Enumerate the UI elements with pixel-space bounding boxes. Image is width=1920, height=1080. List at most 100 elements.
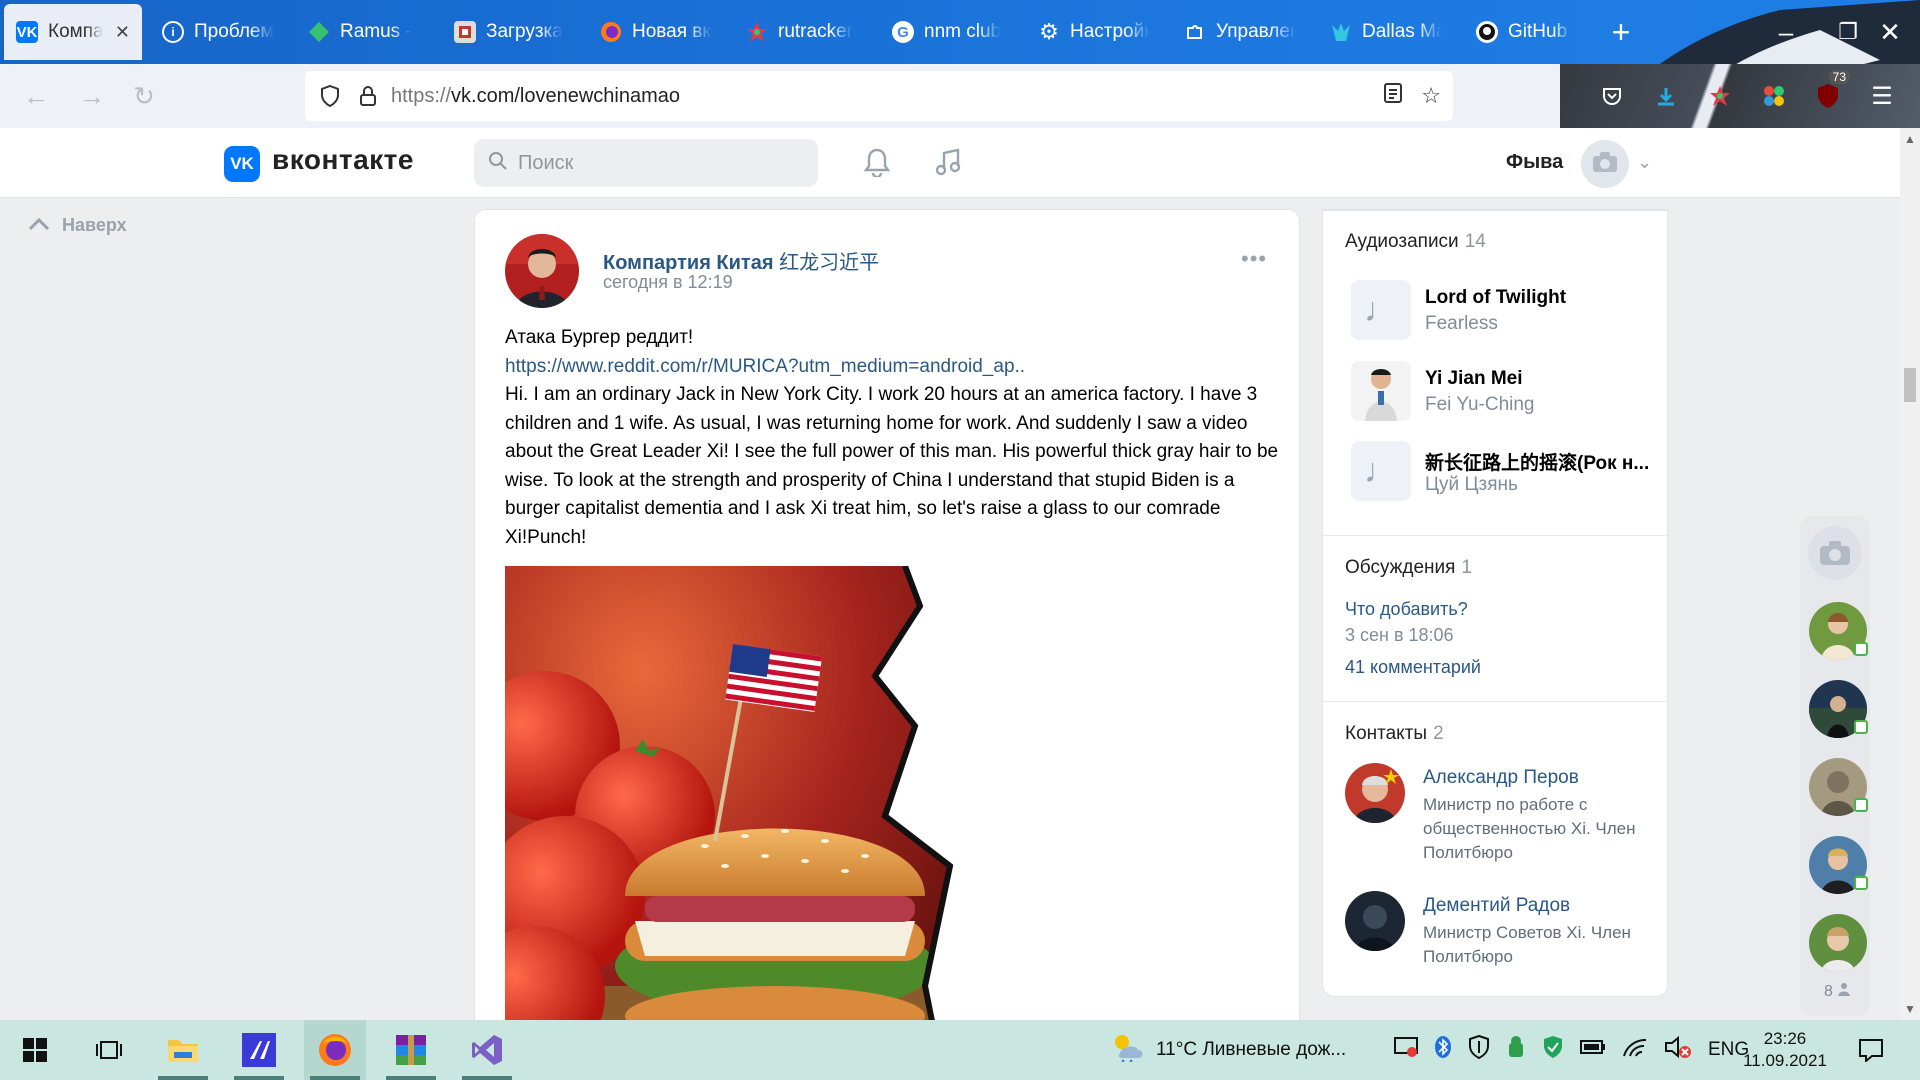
address-bar[interactable]: https://vk.com/lovenewchinamao ☆	[305, 71, 1453, 121]
back-to-top-link[interactable]: Наверх	[28, 215, 127, 236]
more-options-icon[interactable]: •••	[1241, 246, 1267, 272]
scroll-up-arrow-icon[interactable]: ▲	[1900, 132, 1920, 146]
tab-settings[interactable]: ⚙ Настройки	[1026, 4, 1162, 60]
music-note-icon[interactable]: ♩	[1351, 441, 1411, 501]
tab-addons[interactable]: Управление	[1172, 4, 1308, 60]
online-friends-count[interactable]: 8	[1824, 982, 1851, 1001]
music-note-icon[interactable]: ♩	[1351, 280, 1411, 340]
online-indicator-icon	[1854, 720, 1868, 734]
scroll-down-arrow-icon[interactable]: ▼	[1900, 1002, 1920, 1016]
browser-toolbar: ← → ↻ https://vk.com/lovenewchinamao ☆ 7…	[0, 64, 1920, 128]
weather-widget[interactable]: 11°C Ливневые дож...	[1110, 1020, 1346, 1080]
scrollbar-thumb[interactable]	[1904, 368, 1916, 402]
download-icon[interactable]	[1646, 76, 1686, 116]
volume-muted-icon[interactable]	[1664, 1035, 1692, 1065]
post-link[interactable]: https://www.reddit.com/r/MURICA?utm_medi…	[505, 353, 1285, 382]
tab-download[interactable]: Загрузка	[442, 4, 578, 60]
online-indicator-icon	[1854, 798, 1868, 812]
chevron-down-icon[interactable]: ⌄	[1637, 152, 1652, 173]
shield-tray-icon[interactable]	[1468, 1034, 1490, 1065]
friend-avatar[interactable]	[1809, 914, 1867, 972]
post-author-name[interactable]: Компартия Китая 红龙习近平	[603, 246, 879, 275]
back-button[interactable]: ←	[12, 64, 60, 128]
battery-icon[interactable]	[1580, 1039, 1606, 1061]
android-tray-icon[interactable]	[1506, 1035, 1526, 1065]
vk-header: VK вконтакте Фыва ⌄	[0, 128, 1900, 198]
rutracker-icon	[746, 21, 768, 43]
url-text[interactable]: https://vk.com/lovenewchinamao	[391, 85, 680, 108]
tab-nnm-club[interactable]: G nnm club	[880, 4, 1016, 60]
rutracker-extension-icon[interactable]	[1700, 76, 1740, 116]
tab-dallas[interactable]: Dallas Ma	[1318, 4, 1454, 60]
contact-avatar[interactable]	[1345, 763, 1405, 823]
online-indicator-icon	[1854, 876, 1868, 890]
contact-name[interactable]: Александр Перов	[1423, 767, 1579, 789]
search-box[interactable]	[474, 139, 818, 187]
reload-button[interactable]: ↻	[120, 64, 168, 128]
minimize-button[interactable]: –	[1756, 0, 1816, 64]
close-tab-icon[interactable]: ✕	[115, 22, 130, 43]
notifications-bell-icon[interactable]	[857, 142, 897, 182]
dallas-icon	[1330, 21, 1352, 43]
contact-avatar[interactable]	[1345, 891, 1405, 951]
reader-view-icon[interactable]	[1383, 82, 1403, 110]
page-scrollbar[interactable]: ▲ ▼	[1900, 128, 1920, 1020]
mail-app-icon[interactable]	[228, 1020, 290, 1080]
contact-name[interactable]: Дементий Радов	[1423, 895, 1570, 917]
divider	[1323, 701, 1667, 702]
notification-center-icon[interactable]	[1840, 1020, 1902, 1080]
winrar-icon[interactable]	[380, 1020, 442, 1080]
windows-start-icon[interactable]	[4, 1020, 66, 1080]
forward-button[interactable]: →	[68, 64, 116, 128]
kaspersky-icon[interactable]	[1542, 1035, 1564, 1065]
new-tab-button[interactable]: +	[1594, 0, 1648, 64]
post-title-line: Атака Бургер реддит!	[505, 327, 694, 348]
pocket-icon[interactable]	[1592, 76, 1632, 116]
clock[interactable]: 23:26 11.09.2021	[1730, 1028, 1840, 1072]
firefox-taskbar-icon[interactable]	[304, 1020, 366, 1080]
wifi-icon[interactable]	[1622, 1036, 1648, 1064]
post-timestamp[interactable]: сегодня в 12:19	[603, 272, 733, 293]
group-sidebar: Аудиозаписи 14 ♩ Lord of Twilight Fearles…	[1322, 209, 1668, 997]
contact-role: Министр Советов Xi. Член Политбюро	[1423, 923, 1631, 966]
bookmark-star-icon[interactable]: ☆	[1421, 83, 1441, 109]
windows-taskbar: 11°C Ливневые дож... ENG 23:26 11.09.202…	[0, 1020, 1920, 1080]
music-note-icon[interactable]	[928, 142, 968, 182]
ramus-icon	[308, 21, 330, 43]
tab-vk-active[interactable]: VK Компартия Китая ✕	[4, 4, 142, 60]
person-icon	[1837, 982, 1851, 1001]
visual-studio-icon[interactable]	[456, 1020, 518, 1080]
browser-tab-bar: VK Компартия Китая ✕ i Проблема Ramus - …	[0, 0, 1920, 64]
ublock-icon[interactable]: 73	[1808, 70, 1850, 116]
user-avatar[interactable]	[1581, 140, 1629, 188]
shield-icon[interactable]	[311, 71, 349, 121]
discussion-date: 3 сен в 18:06	[1345, 625, 1454, 645]
defender-screen-icon[interactable]	[1394, 1036, 1418, 1064]
menu-hamburger-icon[interactable]: ☰	[1862, 76, 1902, 116]
discussion-topic-link[interactable]: Что добавить?	[1345, 599, 1468, 620]
tab-ramus[interactable]: Ramus -	[296, 4, 432, 60]
tab-rutracker[interactable]: rutracker	[734, 4, 870, 60]
post-image-burger[interactable]	[505, 566, 965, 1080]
discussion-comments-link[interactable]: 41 комментарий	[1345, 657, 1481, 678]
lock-icon[interactable]	[349, 71, 387, 121]
discussions-section-title[interactable]: Обсуждения 1	[1345, 557, 1472, 579]
bluetooth-icon[interactable]	[1434, 1035, 1452, 1065]
tab-github[interactable]: GitHub -	[1464, 4, 1584, 60]
task-view-icon[interactable]	[78, 1020, 140, 1080]
audio-section-title[interactable]: Аудиозаписи 14	[1345, 231, 1486, 253]
contacts-section-title[interactable]: Контакты 2	[1345, 723, 1444, 745]
divider	[1323, 535, 1667, 536]
close-window-button[interactable]: ✕	[1860, 0, 1920, 64]
savefrom-extension-icon[interactable]	[1754, 76, 1794, 116]
file-explorer-icon[interactable]	[152, 1020, 214, 1080]
track-cover-image[interactable]	[1351, 361, 1411, 421]
current-user-name[interactable]: Фыва	[1506, 151, 1563, 174]
tab-new-tab[interactable]: Новая вкладка	[588, 4, 724, 60]
tab-problem[interactable]: i Проблема	[150, 4, 286, 60]
vk-logo-icon[interactable]: VK	[224, 146, 260, 182]
search-input[interactable]	[518, 151, 798, 175]
post-author-avatar[interactable]	[505, 234, 579, 308]
stories-camera-icon[interactable]	[1808, 526, 1862, 580]
vk-logo-text[interactable]: вконтакте	[272, 144, 414, 176]
